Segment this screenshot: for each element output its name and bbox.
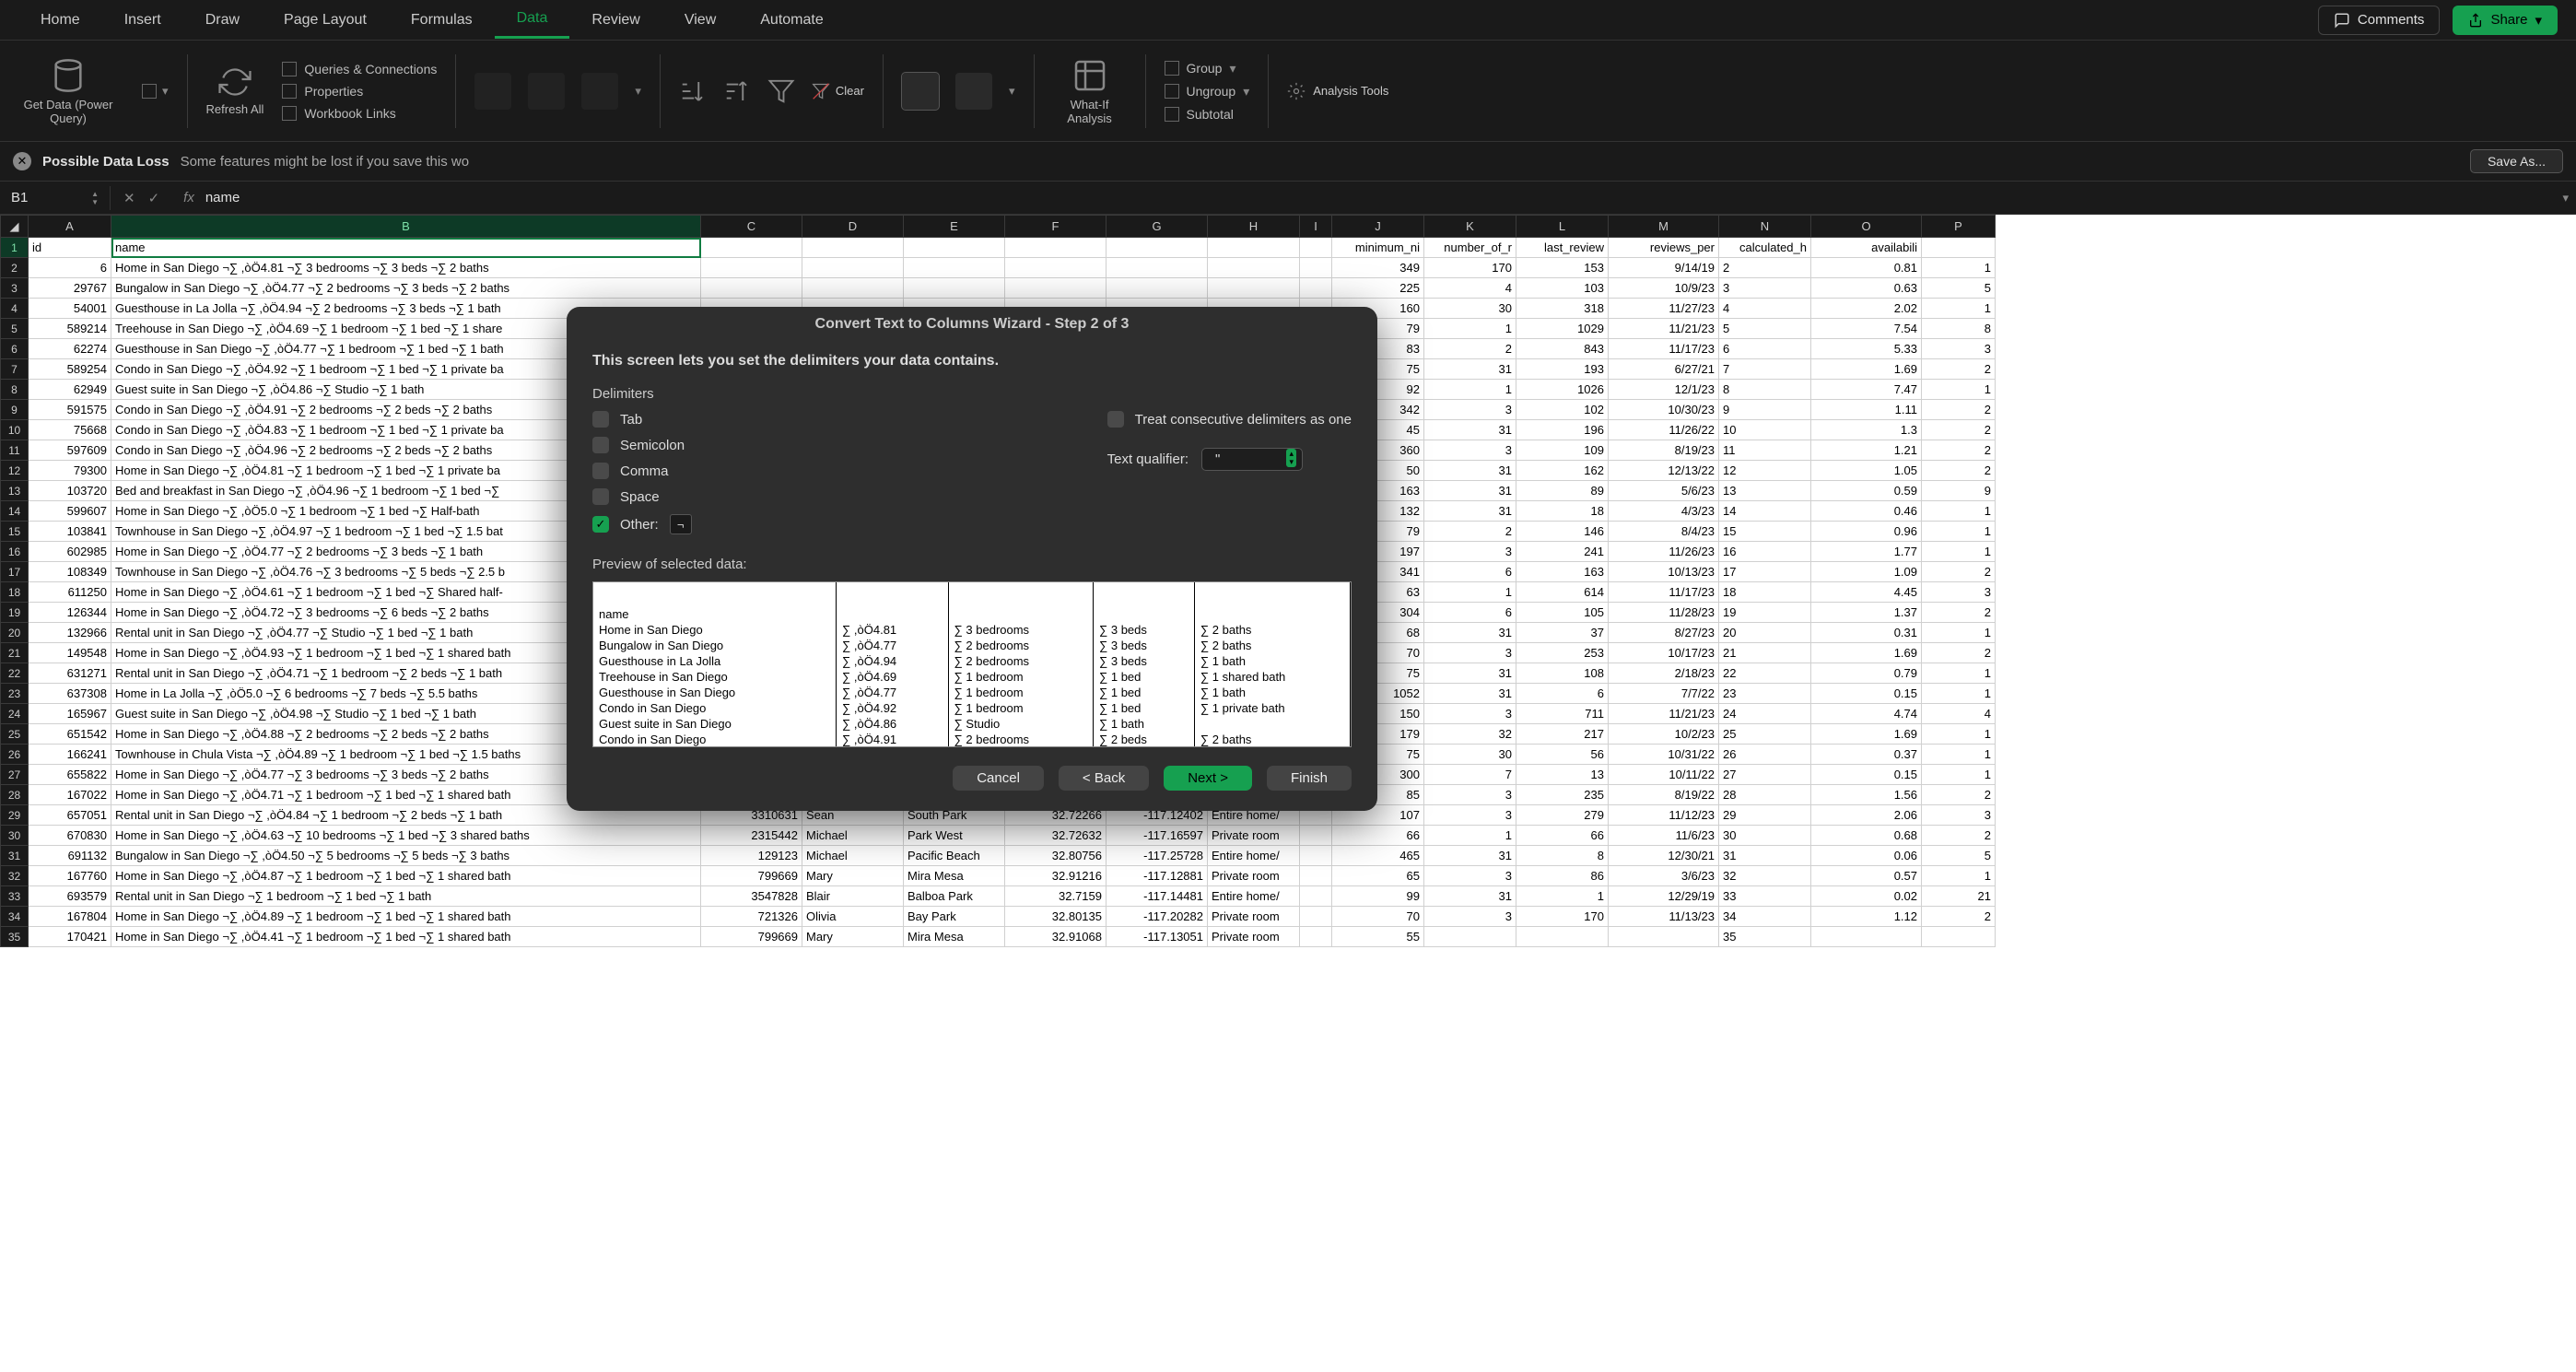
warning-title: Possible Data Loss bbox=[42, 154, 170, 170]
comma-checkbox[interactable]: Comma bbox=[592, 463, 692, 479]
tab-home[interactable]: Home bbox=[18, 3, 102, 38]
space-checkbox[interactable]: Space bbox=[592, 488, 692, 505]
save-as-button[interactable]: Save As... bbox=[2470, 149, 2563, 173]
properties-icon bbox=[282, 84, 297, 99]
group-icon bbox=[1165, 61, 1179, 76]
stepper-icon[interactable]: ▲▼ bbox=[91, 190, 99, 206]
warning-message: Some features might be lost if you save … bbox=[181, 154, 469, 170]
refresh-all-button[interactable]: Refresh All bbox=[206, 65, 264, 116]
whatif-icon bbox=[1071, 57, 1108, 94]
ribbon-tabs: HomeInsertDrawPage LayoutFormulasDataRev… bbox=[0, 0, 2576, 41]
preview-label: Preview of selected data: bbox=[592, 557, 1352, 572]
dropdown-icon[interactable]: ▾ bbox=[162, 84, 169, 99]
chevron-down-icon: ▾ bbox=[1243, 84, 1249, 100]
text-to-columns-icon[interactable] bbox=[902, 73, 939, 110]
comment-icon bbox=[2334, 12, 2350, 29]
get-data-label: Get Data (Power Query) bbox=[13, 98, 123, 125]
dropdown-icon[interactable]: ▾ bbox=[1009, 84, 1015, 99]
tab-automate[interactable]: Automate bbox=[738, 3, 845, 38]
tab-insert[interactable]: Insert bbox=[102, 3, 183, 38]
semicolon-checkbox[interactable]: Semicolon bbox=[592, 437, 692, 453]
fx-icon: fx bbox=[183, 190, 194, 205]
share-button[interactable]: Share ▾ bbox=[2453, 6, 2558, 35]
finish-button[interactable]: Finish bbox=[1267, 766, 1352, 791]
tab-page-layout[interactable]: Page Layout bbox=[262, 3, 389, 38]
text-qualifier-select[interactable]: " bbox=[1201, 448, 1303, 471]
enter-formula-icon[interactable]: ✓ bbox=[148, 190, 160, 206]
spreadsheet-grid[interactable]: ◢ABCDEFGHIJKLMNOP 1idnameminimum_ninumbe… bbox=[0, 215, 2576, 1372]
next-button[interactable]: Next > bbox=[1164, 766, 1252, 791]
refresh-icon bbox=[218, 65, 252, 99]
dialog-description: This screen lets you set the delimiters … bbox=[592, 353, 1352, 369]
dialog-title: Convert Text to Columns Wizard - Step 2 … bbox=[567, 307, 1377, 346]
tab-checkbox[interactable]: Tab bbox=[592, 411, 692, 428]
share-icon bbox=[2468, 13, 2483, 28]
subtotal-button[interactable]: Subtotal bbox=[1165, 107, 1250, 122]
expand-formula-icon[interactable]: ▾ bbox=[2555, 191, 2576, 205]
cell-reference[interactable]: B1 ▲▼ bbox=[0, 186, 111, 210]
analysis-tools-button[interactable]: Analysis Tools bbox=[1287, 82, 1388, 100]
link-icon bbox=[282, 62, 297, 76]
other-checkbox[interactable]: ✓Other: bbox=[592, 514, 692, 534]
workbook-icon bbox=[282, 106, 297, 121]
workbook-links[interactable]: Workbook Links bbox=[282, 106, 437, 121]
share-label: Share bbox=[2490, 12, 2527, 28]
gear-icon bbox=[1287, 82, 1306, 100]
formula-input[interactable]: fxname bbox=[172, 190, 2555, 205]
comments-label: Comments bbox=[2358, 12, 2425, 28]
what-if-button[interactable]: What-If Analysis bbox=[1053, 57, 1127, 125]
tab-formulas[interactable]: Formulas bbox=[389, 3, 495, 38]
properties-link[interactable]: Properties bbox=[282, 84, 437, 99]
tab-view[interactable]: View bbox=[662, 3, 738, 38]
currencies-datatype-icon[interactable] bbox=[528, 73, 565, 110]
dropdown-icon[interactable]: ▾ bbox=[635, 84, 641, 99]
sort-az-button[interactable] bbox=[679, 75, 707, 108]
text-qualifier-label: Text qualifier: bbox=[1107, 451, 1188, 467]
stocks-datatype-icon[interactable] bbox=[474, 73, 511, 110]
group-button[interactable]: Group ▾ bbox=[1165, 61, 1250, 76]
formula-bar: B1 ▲▼ ✕ ✓ fxname ▾ bbox=[0, 182, 2576, 215]
clear-filter-button[interactable]: Clear bbox=[812, 82, 864, 100]
tab-draw[interactable]: Draw bbox=[183, 3, 262, 38]
get-data-button[interactable]: Get Data (Power Query) bbox=[13, 57, 123, 125]
chevron-down-icon: ▾ bbox=[2535, 12, 2542, 29]
comments-button[interactable]: Comments bbox=[2318, 6, 2441, 35]
ribbon-content: Get Data (Power Query) ▾ Refresh All Que… bbox=[0, 41, 2576, 142]
whatif-label: What-If Analysis bbox=[1053, 98, 1127, 125]
cancel-button[interactable]: Cancel bbox=[953, 766, 1044, 791]
queries-link[interactable]: Queries & Connections bbox=[282, 62, 437, 76]
flash-fill-icon[interactable] bbox=[955, 73, 992, 110]
other-delimiter-input[interactable] bbox=[670, 514, 692, 534]
close-warning-icon[interactable]: ✕ bbox=[13, 152, 31, 170]
database-icon bbox=[50, 57, 87, 94]
preview-pane[interactable]: nameHome in San Diego ∑ ,òÖ4.81 ∑ 3 bedr… bbox=[592, 581, 1352, 747]
refresh-label: Refresh All bbox=[206, 102, 264, 116]
stocks-icon[interactable] bbox=[142, 84, 157, 99]
tab-review[interactable]: Review bbox=[569, 3, 662, 38]
dialog-overlay: Convert Text to Columns Wizard - Step 2 … bbox=[0, 215, 2576, 1372]
chevron-down-icon: ▾ bbox=[1229, 61, 1235, 76]
ungroup-icon bbox=[1165, 84, 1179, 99]
delimiters-label: Delimiters bbox=[592, 386, 1352, 402]
back-button[interactable]: < Back bbox=[1059, 766, 1149, 791]
tab-data[interactable]: Data bbox=[495, 1, 570, 39]
warning-bar: ✕ Possible Data Loss Some features might… bbox=[0, 142, 2576, 182]
text-to-columns-dialog: Convert Text to Columns Wizard - Step 2 … bbox=[567, 307, 1377, 811]
ungroup-button[interactable]: Ungroup ▾ bbox=[1165, 84, 1250, 100]
subtotal-icon bbox=[1165, 107, 1179, 122]
cancel-formula-icon[interactable]: ✕ bbox=[123, 190, 135, 206]
geography-datatype-icon[interactable] bbox=[581, 73, 618, 110]
treat-consecutive-checkbox[interactable]: Treat consecutive delimiters as one bbox=[1107, 411, 1352, 428]
sort-za-button[interactable] bbox=[723, 75, 751, 108]
filter-button[interactable] bbox=[767, 75, 795, 108]
